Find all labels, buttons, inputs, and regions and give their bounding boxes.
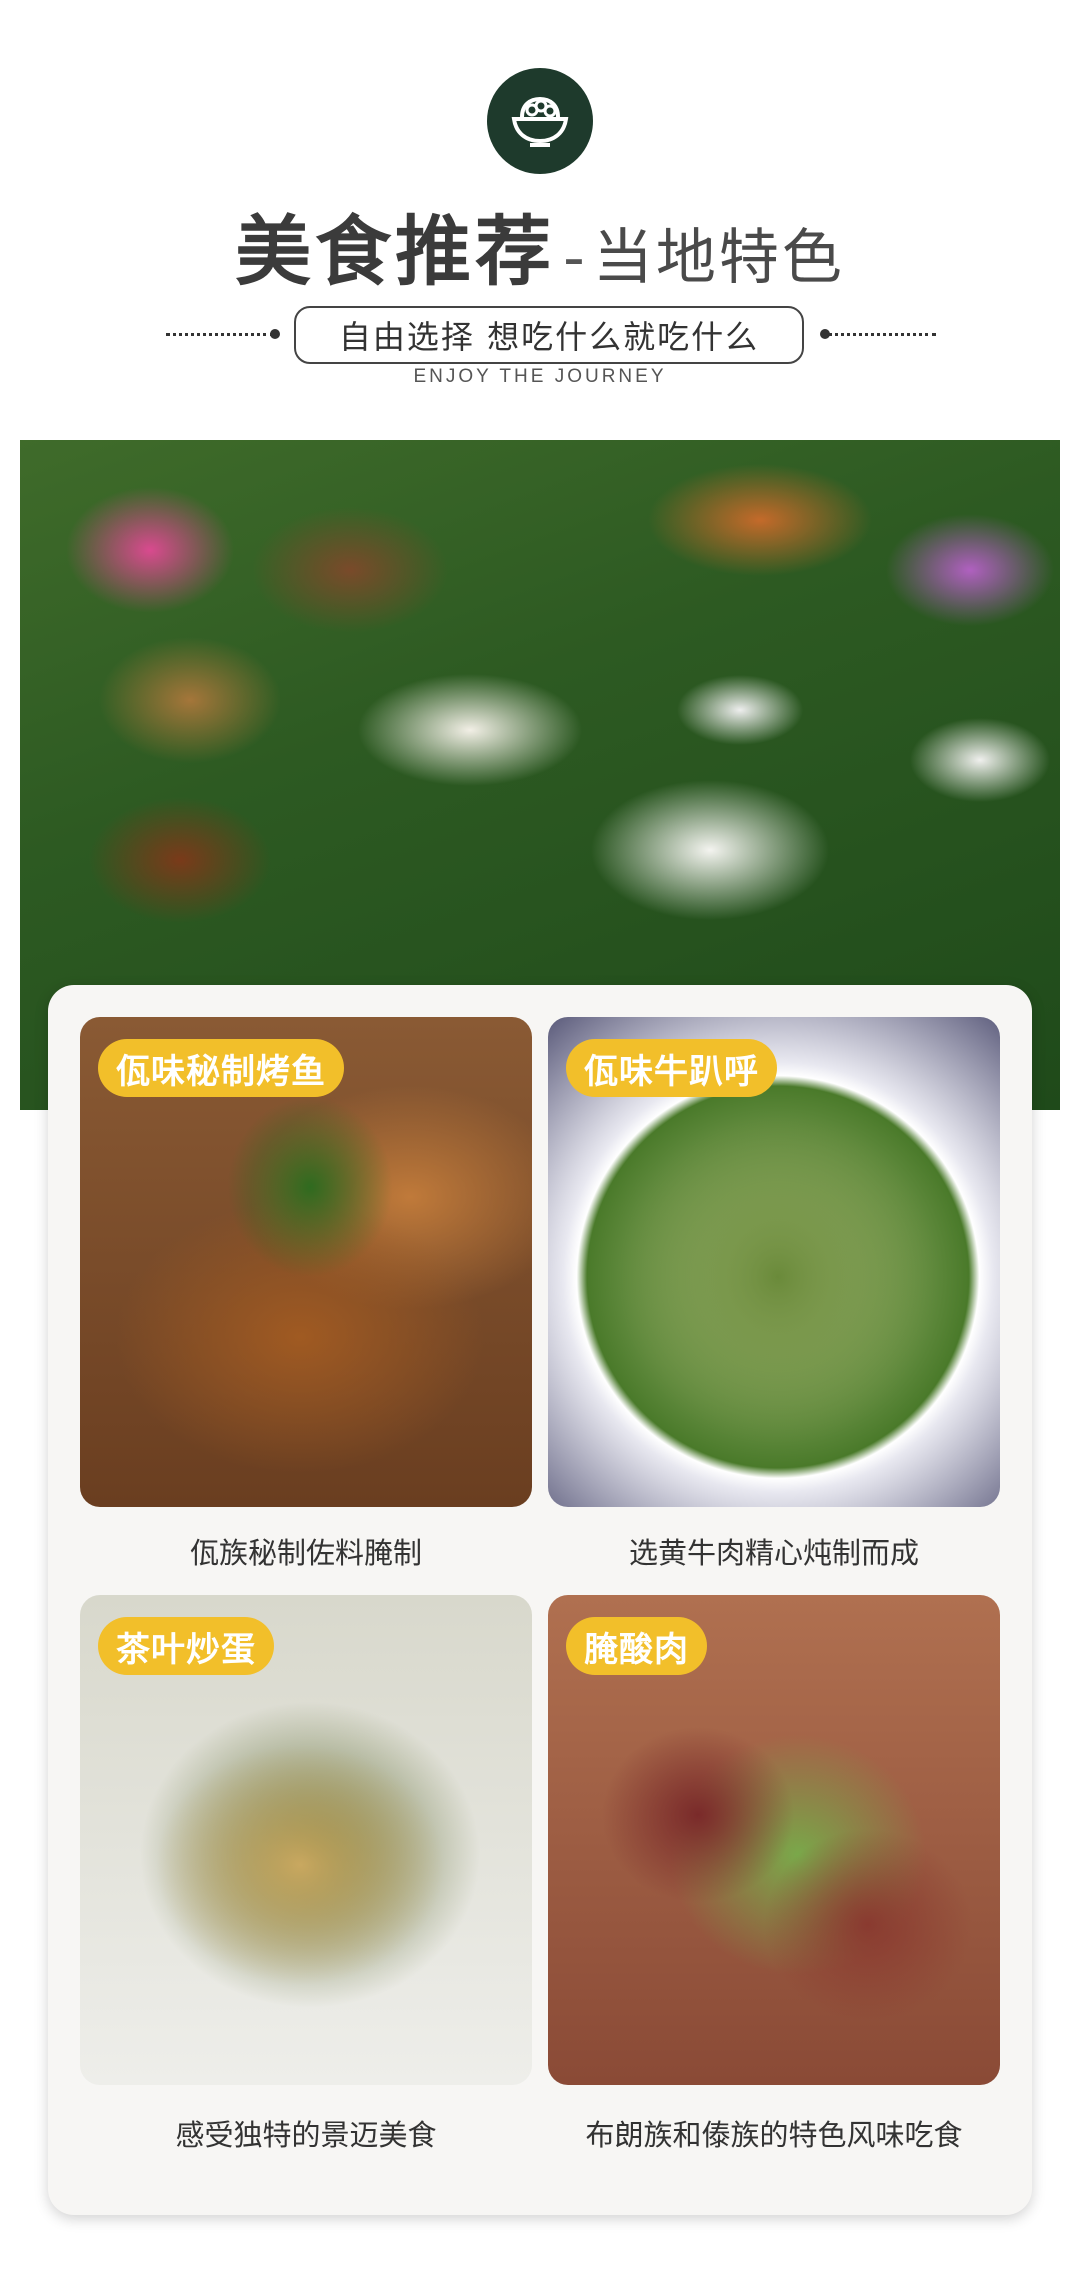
rice-bowl-icon [511, 96, 569, 147]
dish-tag: 佤味牛趴呼 [566, 1039, 777, 1097]
dish-image-pickled-pork: 腌酸肉 [548, 1595, 1000, 2085]
dish-caption: 佤族秘制佐料腌制 [189, 1536, 422, 1570]
dish-tag: 佤味秘制烤鱼 [98, 1039, 344, 1097]
dish-image-beef: 佤味牛趴呼 [548, 1017, 1000, 1507]
header: 美食推荐 - 当地特色 自由选择 想吃什么就吃什么 ENJOY THE JOURNE… [0, 0, 1080, 430]
english-subtitle: ENJOY THE JOURNEY [413, 366, 667, 387]
page-title: 美食推荐 - 当地特色 [0, 190, 1080, 300]
logo [487, 68, 593, 174]
dish-image-tea-egg: 茶叶炒蛋 [80, 1595, 532, 2085]
dish-caption: 布朗族和傣族的特色风味吃食 [585, 2118, 963, 2152]
title-dash: - [563, 223, 585, 293]
divider-left [166, 333, 274, 342]
title-main: 美食推荐 [235, 207, 556, 296]
divider-right [828, 333, 936, 342]
dish-tag: 茶叶炒蛋 [98, 1617, 274, 1675]
dish-image-grilled-fish: 佤味秘制烤鱼 [80, 1017, 532, 1507]
slogan: 自由选择 想吃什么就吃什么 [294, 306, 804, 364]
dish-tag: 腌酸肉 [566, 1617, 707, 1675]
title-sub: 当地特色 [592, 223, 845, 293]
dish-caption: 感受独特的景迈美食 [175, 2118, 437, 2152]
divider-dot-left [270, 329, 280, 339]
dish-caption: 选黄牛肉精心炖制而成 [628, 1536, 919, 1570]
dishes-card: 佤味秘制烤鱼 佤族秘制佐料腌制 佤味牛趴呼 选黄牛肉精心炖制而成 茶叶炒蛋 感受… [48, 985, 1032, 2215]
